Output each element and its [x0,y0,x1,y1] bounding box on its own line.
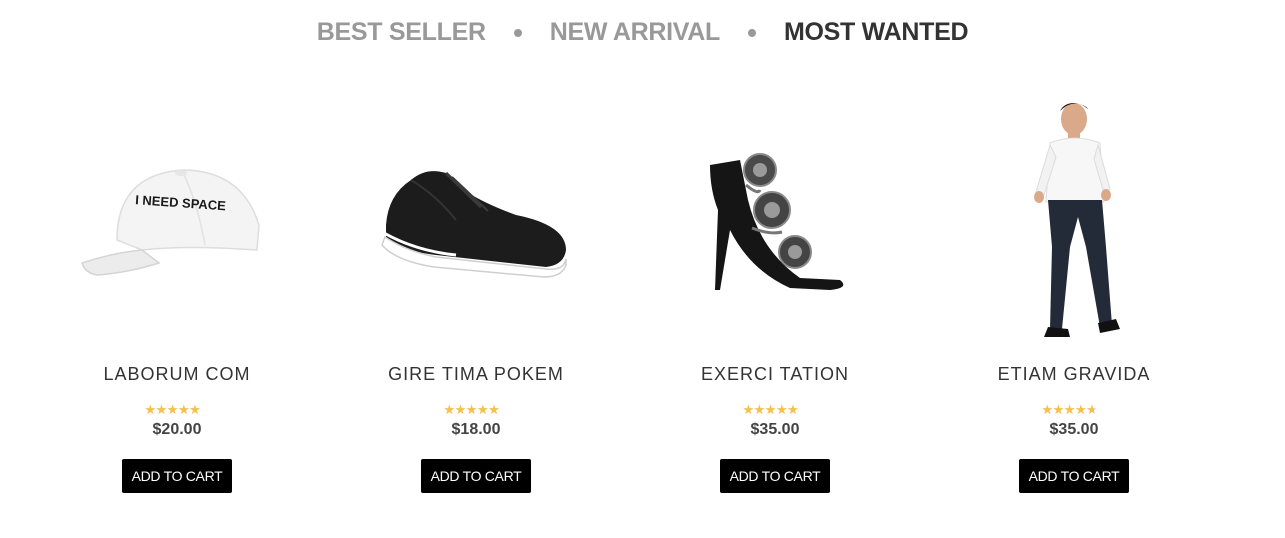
tab-best-seller[interactable]: BEST SELLER [317,18,486,47]
tab-separator-dot [748,28,757,37]
product-card: ETIAM GRAVIDA ★★★★★ ★★★★★ $35.00 ADD TO C… [924,92,1224,512]
product-name[interactable]: LABORUM COM [103,364,250,385]
product-price: $20.00 [152,421,202,438]
product-image-sneaker[interactable] [346,92,606,347]
product-image-sandal[interactable] [645,92,905,347]
product-image-man[interactable] [944,92,1204,347]
product-name[interactable]: EXERCI TATION [701,364,849,385]
product-card: I NEED SPACE LABORUM COM ★★★★★ ★★★★★ $20.… [27,92,327,512]
rating-stars: ★★★★★ ★★★★★ [144,402,201,417]
product-tabs: BEST SELLER NEW ARRIVAL MOST WANTED [0,18,1285,47]
product-name[interactable]: ETIAM GRAVIDA [998,364,1151,385]
product-price: $35.00 [1049,421,1099,438]
add-to-cart-button[interactable]: ADD TO CART [1019,459,1129,493]
tab-most-wanted[interactable]: MOST WANTED [784,18,969,47]
product-name[interactable]: GIRE TIMA POKEM [388,364,564,385]
rating-stars: ★★★★★ ★★★★★ [1041,402,1098,417]
add-to-cart-button[interactable]: ADD TO CART [421,459,531,493]
product-card: EXERCI TATION ★★★★★ ★★★★★ $35.00 ADD TO C… [625,92,925,512]
tab-new-arrival[interactable]: NEW ARRIVAL [550,18,721,47]
add-to-cart-button[interactable]: ADD TO CART [720,459,830,493]
product-card: GIRE TIMA POKEM ★★★★★ ★★★★★ $18.00 ADD TO… [326,92,626,512]
tab-separator-dot [513,28,522,37]
rating-stars: ★★★★★ ★★★★★ [443,402,500,417]
add-to-cart-button[interactable]: ADD TO CART [122,459,232,493]
product-price: $18.00 [451,421,501,438]
product-image-cap[interactable]: I NEED SPACE [47,92,307,347]
product-price: $35.00 [750,421,800,438]
rating-stars: ★★★★★ ★★★★★ [742,402,799,417]
